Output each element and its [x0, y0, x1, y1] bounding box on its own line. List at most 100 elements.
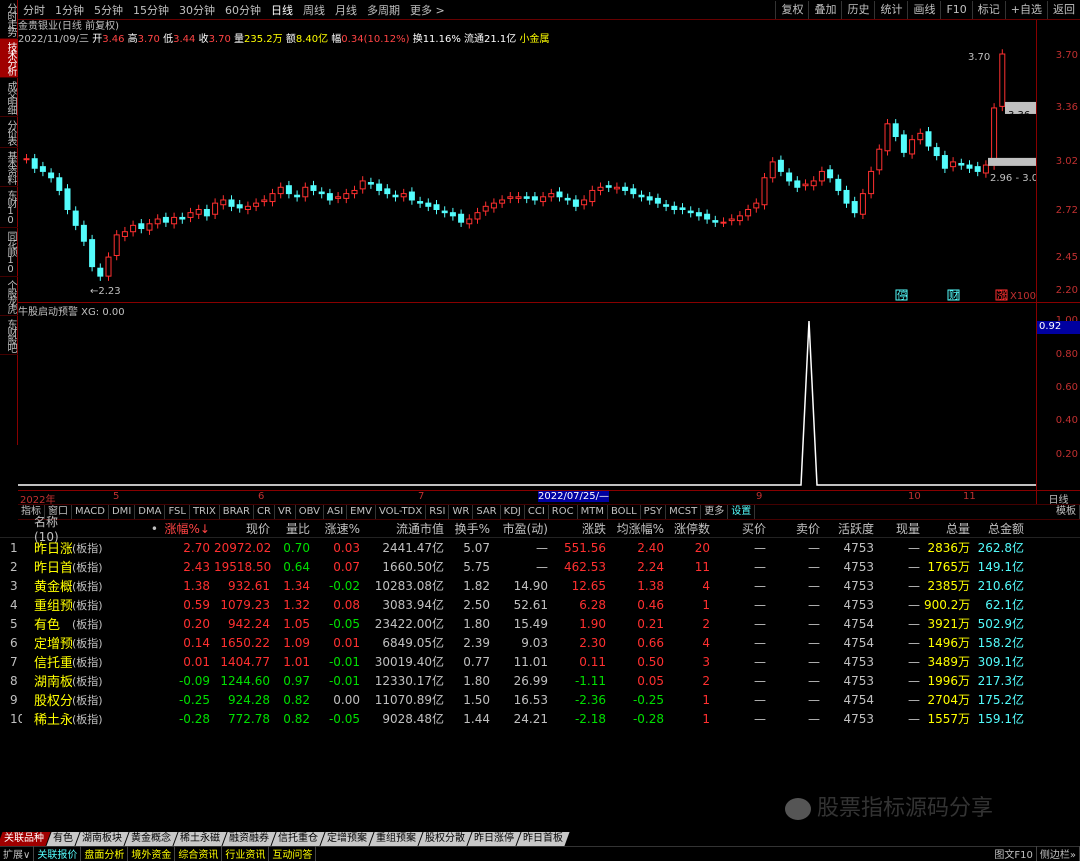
indicator-tab-3[interactable]: DMI [109, 505, 136, 519]
status-right-0[interactable]: 图文F10 [991, 846, 1037, 861]
indicator-tab-24[interactable]: 更多 [701, 505, 729, 519]
bottom-tab-11[interactable]: 昨日首板 [516, 832, 570, 846]
template-button[interactable]: 模板 [1053, 505, 1080, 519]
table-row[interactable]: 10 稀土永磁(板指) -0.28 772.78 0.82 -0.05 9028.48亿 1.… [0, 709, 1080, 729]
status-item-0[interactable]: 扩展∨ [0, 846, 35, 861]
indicator-tab-9[interactable]: VR [275, 505, 296, 519]
indicator-tab-17[interactable]: KDJ [501, 505, 525, 519]
tool-button-8[interactable]: 返回 [1047, 0, 1080, 19]
tool-button-6[interactable]: 标记 [971, 0, 1005, 19]
column-header[interactable]: 活跃度 [824, 520, 878, 537]
period-indicator[interactable]: 日线 [1036, 490, 1080, 506]
indicator-tab-12[interactable]: EMV [347, 505, 376, 519]
column-header[interactable]: 买价 [714, 520, 770, 537]
indicator-tab-11[interactable]: ASI [324, 505, 348, 519]
column-header[interactable]: 现价 [214, 520, 274, 537]
table-row[interactable]: 4 重组预案(板指) 0.59 1079.23 1.32 0.08 3083.94亿 2.50… [0, 595, 1080, 615]
indicator-tab-20[interactable]: MTM [578, 505, 608, 519]
period-tab-5[interactable]: 60分钟 [220, 2, 266, 18]
sidebar-item-0[interactable]: 分时走势 [0, 0, 18, 39]
tool-button-4[interactable]: 画线 [907, 0, 940, 19]
bottom-tab-8[interactable]: 重组预案 [369, 832, 423, 846]
status-item-5[interactable]: 行业资讯 [222, 846, 270, 861]
sidebar-item-2[interactable]: 成交明细 [0, 78, 18, 117]
indicator-tab-15[interactable]: WR [449, 505, 474, 519]
column-header[interactable]: 涨速% [314, 520, 364, 537]
tool-button-7[interactable]: +自选 [1004, 0, 1047, 19]
column-header[interactable]: 总金额 [974, 520, 1028, 537]
table-row[interactable]: 9 股权分散(板指) -0.25 924.28 0.82 0.00 11070.89亿 1.5… [0, 690, 1080, 710]
indicator-tab-10[interactable]: OBV [296, 505, 324, 519]
column-header[interactable]: 市盈(动) [494, 520, 552, 537]
status-right-1[interactable]: 侧边栏» [1037, 846, 1080, 861]
status-item-4[interactable]: 综合资讯 [175, 846, 223, 861]
indicator-tab-22[interactable]: PSY [641, 505, 667, 519]
bottom-tab-9[interactable]: 股权分散 [418, 832, 472, 846]
bottom-tab-7[interactable]: 定增预案 [320, 832, 374, 846]
status-item-2[interactable]: 盘面分析 [81, 846, 129, 861]
sidebar-item-4[interactable]: 基本资料 [0, 148, 18, 187]
bottom-tab-4[interactable]: 稀土永磁 [173, 832, 227, 846]
indicator-tab-6[interactable]: TRIX [190, 505, 220, 519]
sidebar-item-8[interactable]: 东财股吧 [0, 316, 18, 355]
bottom-tab-10[interactable]: 昨日涨停 [467, 832, 521, 846]
indicator-tab-4[interactable]: DMA [135, 505, 166, 519]
column-header[interactable]: 涨停数 [668, 520, 714, 537]
indicator-tab-14[interactable]: RSI [426, 505, 450, 519]
column-header[interactable]: • [72, 522, 162, 536]
column-header[interactable]: 量比 [274, 520, 314, 537]
table-row[interactable]: 7 信托重仓(板指) 0.01 1404.77 1.01 -0.01 30019.40亿 0.… [0, 652, 1080, 672]
sidebar-item-5[interactable]: 东财10 [0, 187, 18, 228]
table-row[interactable]: 8 湖南板块(板指) -0.09 1244.60 0.97 -0.01 12330.17亿 1… [0, 671, 1080, 691]
table-row[interactable]: 1 昨日涨停(板指) 2.70 20972.02 0.70 0.03 2441.47亿 5.0… [0, 538, 1080, 558]
indicator-tab-25[interactable]: 设置 [728, 505, 756, 519]
table-row[interactable]: 6 定增预案(板指) 0.14 1650.22 1.09 0.01 6849.05亿 2.39… [0, 633, 1080, 653]
tool-button-2[interactable]: 历史 [841, 0, 874, 19]
indicator-tab-13[interactable]: VOL-TDX [376, 505, 427, 519]
bottom-tab-1[interactable]: 有色 [46, 832, 80, 846]
column-header[interactable]: 现量 [878, 520, 924, 537]
indicator-tab-7[interactable]: BRAR [220, 505, 254, 519]
period-tab-9[interactable]: 多周期 [362, 2, 405, 18]
indicator-tab-19[interactable]: ROC [549, 505, 578, 519]
sidebar-item-7[interactable]: 个股龙虎 [0, 277, 18, 316]
table-row[interactable]: 3 黄金概念(板指) 1.38 932.61 1.34 -0.02 10283.08亿 1.8… [0, 576, 1080, 596]
status-item-1[interactable]: 关联报价 [34, 846, 82, 861]
bottom-tab-0[interactable]: 关联品种 [0, 832, 51, 846]
period-tab-10[interactable]: 更多 > [405, 2, 450, 18]
indicator-tab-18[interactable]: CCI [525, 505, 549, 519]
status-item-6[interactable]: 互动问答 [269, 846, 317, 861]
table-row[interactable]: 2 昨日首板(板指) 2.43 19518.50 0.64 0.07 1660.50亿 5.7… [0, 557, 1080, 577]
period-tab-4[interactable]: 30分钟 [174, 2, 220, 18]
candlestick-chart[interactable]: 3.70 ←2.23 3.36 - 2.96 - 3.0: X100 停 财 涨 [18, 20, 1036, 302]
indicator-chart[interactable] [18, 302, 1036, 490]
column-header[interactable]: 卖价 [770, 520, 824, 537]
period-tab-8[interactable]: 月线 [330, 2, 362, 18]
period-tab-3[interactable]: 15分钟 [128, 2, 174, 18]
column-header[interactable]: 涨跌 [552, 520, 610, 537]
bottom-tab-6[interactable]: 信托重仓 [271, 832, 325, 846]
indicator-tab-21[interactable]: BOLL [608, 505, 641, 519]
table-row[interactable]: 5 有色 (板指) 0.20 942.24 1.05 -0.05 23422.00亿 1.80 1… [0, 614, 1080, 634]
sidebar-item-1[interactable]: 技术分析 [0, 39, 18, 78]
bottom-tab-3[interactable]: 黄金概念 [124, 832, 178, 846]
indicator-tab-23[interactable]: MCST [666, 505, 702, 519]
bottom-tab-5[interactable]: 融资融券 [222, 832, 276, 846]
tool-button-3[interactable]: 统计 [874, 0, 907, 19]
indicator-tab-16[interactable]: SAR [473, 505, 501, 519]
column-header[interactable]: 涨幅%↓ [162, 520, 214, 537]
sidebar-item-6[interactable]: 同花顺10 [0, 228, 18, 277]
tool-button-1[interactable]: 叠加 [808, 0, 841, 19]
status-item-3[interactable]: 境外资金 [128, 846, 176, 861]
indicator-tab-8[interactable]: CR [254, 505, 275, 519]
period-tab-2[interactable]: 5分钟 [89, 2, 128, 18]
period-tab-6[interactable]: 日线 [266, 2, 298, 18]
period-tab-0[interactable]: 分时 [18, 2, 50, 18]
tool-button-0[interactable]: 复权 [775, 0, 808, 19]
column-header[interactable]: 均涨幅% [610, 520, 668, 537]
indicator-tab-5[interactable]: FSL [165, 505, 190, 519]
period-tab-7[interactable]: 周线 [298, 2, 330, 18]
period-tab-1[interactable]: 1分钟 [50, 2, 89, 18]
column-header[interactable]: 流通市值 [364, 520, 448, 537]
bottom-tab-2[interactable]: 湖南板块 [75, 832, 129, 846]
